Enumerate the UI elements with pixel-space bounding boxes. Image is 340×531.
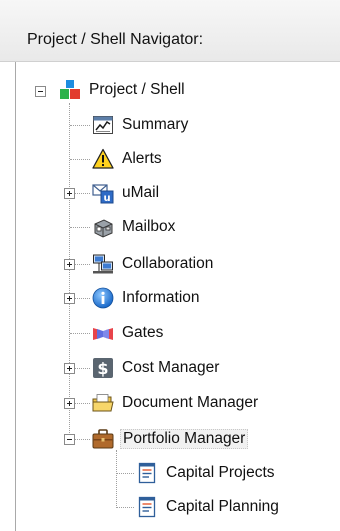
- gates-icon: [92, 322, 114, 344]
- project-shell-icon: [59, 79, 81, 101]
- information-icon: [92, 287, 114, 309]
- alert-icon: [92, 148, 114, 170]
- tree-node-label: Cost Manager: [122, 359, 220, 376]
- tree-guide: [75, 193, 90, 194]
- portfolio-manager-icon: [92, 428, 114, 450]
- tree-guide: [75, 298, 90, 299]
- tree-node-collaboration[interactable]: Collaboration: [92, 252, 215, 276]
- portfolio-manager-collapse-toggle[interactable]: [64, 434, 75, 445]
- cost-manager-icon: $: [92, 357, 114, 379]
- tree-guide: [117, 473, 134, 474]
- tree-node-label: uMail: [122, 184, 160, 201]
- tree-guide: [75, 403, 90, 404]
- tree-node-summary[interactable]: Summary: [92, 113, 190, 137]
- tree-guide: [70, 333, 90, 334]
- tree-node-label: Collaboration: [122, 255, 214, 272]
- tree-node-label: Document Manager: [122, 394, 259, 411]
- tree-guide: [75, 439, 90, 440]
- tree-guide: [75, 264, 90, 265]
- svg-text:$: $: [97, 359, 108, 378]
- tree-node-label: Mailbox: [122, 218, 176, 235]
- tree-guide: [75, 368, 90, 369]
- capital-projects-icon: [136, 462, 158, 484]
- root-collapse-toggle[interactable]: [35, 86, 46, 97]
- tree-guide: [70, 227, 90, 228]
- tree-guide-main: [69, 103, 70, 441]
- tree-guide: [117, 507, 134, 508]
- tree-node-label: Capital Planning: [166, 498, 279, 515]
- tree-node-gates[interactable]: Gates: [92, 321, 165, 345]
- tree-node-label: Gates: [122, 324, 164, 341]
- tree-node-information[interactable]: Information: [92, 286, 202, 310]
- umail-expand-toggle[interactable]: [64, 188, 75, 199]
- cost-manager-expand-toggle[interactable]: [64, 363, 75, 374]
- tree-node-label-selected: Portfolio Manager: [120, 429, 249, 449]
- tree-node-label: Summary: [122, 116, 189, 133]
- tree-node-label: Alerts: [122, 150, 162, 167]
- collaboration-icon: [92, 253, 114, 275]
- umail-icon: u: [92, 182, 114, 204]
- document-manager-icon: [92, 392, 114, 414]
- tree-node-portfolio-manager[interactable]: Portfolio Manager: [92, 427, 249, 451]
- tree-node-mailbox[interactable]: Mailbox: [92, 215, 177, 239]
- tree-guide: [70, 125, 90, 126]
- svg-text:u: u: [103, 193, 110, 204]
- tree-node-label: Project / Shell: [89, 81, 185, 98]
- collaboration-expand-toggle[interactable]: [64, 259, 75, 270]
- document-manager-expand-toggle[interactable]: [64, 398, 75, 409]
- tree-node-umail[interactable]: u uMail: [92, 181, 161, 205]
- information-expand-toggle[interactable]: [64, 293, 75, 304]
- summary-icon: [92, 114, 114, 136]
- tree-node-document-manager[interactable]: Document Manager: [92, 391, 260, 415]
- tree-guide: [70, 159, 90, 160]
- tree-guide-portfolio: [116, 450, 117, 508]
- navigator-tree: Project / Shell Summary Alerts u uMail M…: [0, 0, 340, 531]
- capital-planning-icon: [136, 496, 158, 518]
- tree-node-project-shell[interactable]: Project / Shell: [59, 78, 187, 102]
- tree-node-label: Capital Projects: [166, 464, 275, 481]
- tree-node-capital-planning[interactable]: Capital Planning: [136, 495, 281, 519]
- tree-node-label: Information: [122, 289, 200, 306]
- tree-node-cost-manager[interactable]: $ Cost Manager: [92, 356, 221, 380]
- mailbox-icon: [92, 216, 114, 238]
- tree-node-alerts[interactable]: Alerts: [92, 147, 164, 171]
- project-shell-navigator-panel: Project / Shell Navigator: Project / She…: [0, 0, 340, 531]
- tree-node-capital-projects[interactable]: Capital Projects: [136, 461, 277, 485]
